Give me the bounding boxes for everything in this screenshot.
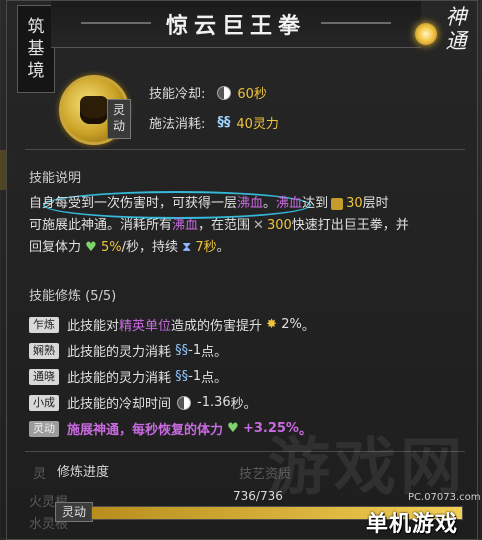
training-heading: 技能修炼 (5/5) (29, 289, 117, 304)
desc-text: 层时 (362, 196, 389, 211)
cooldown-clock-icon (217, 85, 232, 100)
sun-icon (415, 23, 437, 45)
damage-icon: ✸ (262, 317, 282, 332)
desc-text: 快速打出巨王拳，并 (291, 218, 409, 233)
training-tag: 小成 (29, 394, 59, 411)
training-tag: 通晓 (29, 368, 59, 385)
training-value: 2% (281, 317, 302, 332)
divider-top (25, 149, 465, 150)
desc-text: 可施展此神通。消耗所有 (29, 218, 173, 233)
realm-char-3: 境 (27, 61, 45, 81)
training-text: 点。 (201, 371, 228, 386)
training-row-1: 乍炼 此技能对 精英单位 造成的伤害提升 ✸ 2% 。 (29, 315, 315, 334)
stamina-regen-value: 5% (100, 240, 122, 255)
cooldown-row: 技能冷却: 60秒 (149, 83, 267, 102)
description-line-2: 可施展此神通。消耗所有沸血，在范围 ✕ 300快速打出巨王拳，并 (29, 215, 459, 237)
description-line-1: 自身每受到一次伤害时，可获得一层沸血。沸血达到 30层时 (29, 193, 459, 215)
training-value: -1 (188, 343, 202, 358)
range-value: 300 (266, 218, 292, 233)
training-tag: 灵动 (29, 420, 59, 437)
desc-text: 回复体力 (29, 240, 82, 255)
stamina-icon: ♥ (81, 240, 101, 255)
bg-tab-left: 灵 (33, 467, 47, 482)
description-heading: 技能说明 (29, 171, 82, 186)
desc-text: 达到 (302, 196, 329, 211)
training-row-3: 通晓 此技能的灵力消耗 §§ -1 点。 (29, 367, 227, 386)
skill-title: 惊云巨王拳 (165, 13, 306, 39)
training-text: 施展神通，每秒恢复的体力 (67, 423, 224, 438)
cost-row: 施法消耗: §§ 40灵力 (149, 113, 279, 132)
training-text: 造成的伤害提升 (171, 319, 263, 334)
spirit-power-icon: §§ (217, 115, 231, 130)
category-char-2: 通 (445, 29, 467, 53)
title-ornament-left (81, 22, 151, 24)
cost-label: 施法消耗: (149, 117, 206, 132)
boiling-blood-term: 沸血 (237, 196, 264, 211)
skill-description: 自身每受到一次伤害时，可获得一层沸血。沸血达到 30层时 可施展此神通。消耗所有沸… (29, 193, 459, 259)
range-icon: ✕ (253, 218, 264, 233)
desc-text: /秒，持续 (121, 240, 178, 255)
stamina-icon: ♥ (223, 421, 243, 436)
desc-text: 。 (216, 240, 230, 255)
training-tag: 乍炼 (29, 316, 59, 333)
title-ornament-right (321, 22, 391, 24)
training-text: 点。 (201, 345, 228, 360)
realm-char-2: 基 (27, 39, 45, 59)
title-bar: 惊云巨王拳 (51, 1, 421, 48)
training-text: 此技能的冷却时间 (67, 397, 172, 412)
training-text: 此技能的灵力消耗 (67, 371, 172, 386)
training-text: 此技能对 (67, 319, 120, 334)
skill-rank-badge: 灵动 (107, 99, 131, 139)
realm-char-1: 筑 (27, 17, 45, 37)
hourglass-icon: ⧗ (177, 240, 196, 255)
cooldown-value: 60秒 (237, 87, 267, 102)
description-line-3: 回复体力 ♥ 5%/秒，持续 ⧗ 7秒。 (29, 237, 459, 259)
spirit-power-icon: §§ (171, 369, 189, 384)
training-value: -1.36 (197, 395, 231, 410)
stack-icon (331, 197, 344, 210)
cost-value: 40灵力 (236, 117, 279, 132)
desc-text: ，在范围 (198, 218, 251, 233)
training-row-2: 娴熟 此技能的灵力消耗 §§ -1 点。 (29, 341, 227, 360)
cooldown-clock-icon (177, 395, 192, 410)
cooldown-label: 技能冷却: (149, 87, 206, 102)
elite-unit-term: 精英单位 (119, 319, 172, 334)
fist-icon (80, 96, 108, 124)
training-value: -1 (188, 369, 202, 384)
category-char-1: 神 (445, 5, 467, 29)
duration-value: 7秒 (195, 240, 217, 255)
progress-label: 修炼进度 (57, 465, 110, 480)
realm-tag: 筑 基 境 (17, 5, 55, 93)
boiling-blood-term: 沸血 (172, 218, 199, 233)
desc-text: 。 (263, 196, 277, 211)
training-tag: 娴熟 (29, 342, 59, 359)
shentong-category-logo: 神 通 (407, 5, 473, 63)
spirit-power-icon: §§ (171, 343, 189, 358)
desc-text: 自身每受到一次伤害时，可获得一层 (29, 196, 238, 211)
training-text: 此技能的灵力消耗 (67, 345, 172, 360)
boiling-blood-term: 沸血 (276, 196, 303, 211)
training-text: 秒。 (230, 397, 257, 412)
progress-rank-tag: 灵动 (55, 502, 93, 522)
stack-count: 30 (346, 196, 363, 211)
category-label: 神 通 (441, 5, 471, 53)
brand-watermark: 单机游戏 (366, 512, 459, 537)
training-text: 。 (301, 319, 315, 334)
site-watermark: PC.07073.com (408, 492, 481, 503)
training-row-4: 小成 此技能的冷却时间 -1.36 秒。 (29, 393, 257, 412)
